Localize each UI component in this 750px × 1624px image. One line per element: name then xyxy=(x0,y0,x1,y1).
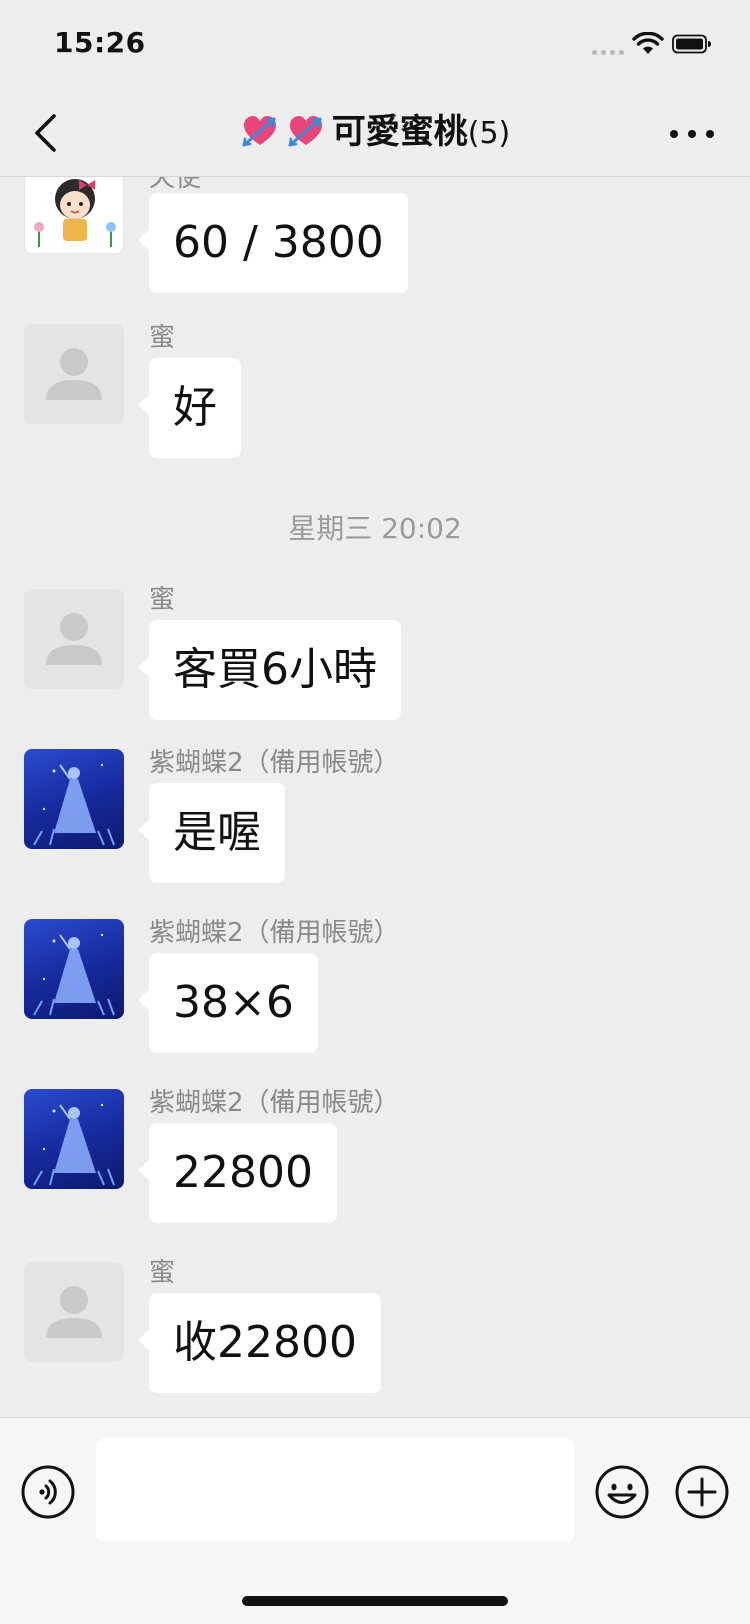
more-options-button[interactable] xyxy=(662,114,722,154)
add-attachment-button[interactable] xyxy=(674,1464,730,1520)
battery-icon xyxy=(672,34,711,54)
nav-bar: 可愛蜜桃(5) xyxy=(0,90,750,177)
default-person-icon xyxy=(46,613,102,665)
heart-with-arrow-icon xyxy=(288,116,322,147)
blue-dress-girl-icon xyxy=(33,933,115,1016)
sender-name: 天使 xyxy=(149,177,202,193)
heart-with-arrow-icon xyxy=(242,116,276,147)
status-time: 15:26 xyxy=(54,26,146,59)
sender-name: 紫蝴蝶2（備用帳號） xyxy=(149,1088,400,1118)
chat-message-list[interactable]: 天使 60 / 3800 蜜 好 星期三 20:02 蜜 客買6小時 紫蝴蝶2（… xyxy=(0,177,750,1417)
avatar-blue-dress-girl[interactable] xyxy=(24,919,124,1019)
message-bubble[interactable]: 收22800 xyxy=(138,1293,381,1393)
voice-input-button[interactable] xyxy=(20,1464,76,1520)
chat-title: 可愛蜜桃(5) xyxy=(100,110,650,156)
sender-name: 蜜 xyxy=(149,323,176,353)
cartoon-girl-icon xyxy=(34,179,116,247)
signal-icon xyxy=(592,47,626,55)
message-timestamp: 星期三 20:02 xyxy=(288,512,462,545)
member-count: (5) xyxy=(467,116,511,151)
sender-name: 紫蝴蝶2（備用帳號） xyxy=(149,748,400,778)
message-bubble[interactable]: 是喔 xyxy=(138,783,285,883)
avatar-cartoon-girl[interactable] xyxy=(24,177,124,254)
blue-dress-girl-icon xyxy=(33,763,115,846)
chat-title-text: 可愛蜜桃 xyxy=(331,112,468,152)
emoji-button[interactable] xyxy=(594,1464,650,1520)
back-button[interactable] xyxy=(24,108,68,158)
input-bar xyxy=(0,1417,750,1624)
sender-name: 紫蝴蝶2（備用帳號） xyxy=(149,918,400,948)
wifi-icon xyxy=(632,32,664,54)
message-bubble[interactable]: 22800 xyxy=(138,1123,337,1223)
message-input[interactable] xyxy=(96,1438,574,1542)
message-bubble[interactable]: 38×6 xyxy=(138,953,318,1053)
message-bubble[interactable]: 客買6小時 xyxy=(138,620,401,720)
avatar-default[interactable] xyxy=(24,324,124,424)
blue-dress-girl-icon xyxy=(33,1103,115,1186)
status-bar: 15:26 xyxy=(0,0,750,90)
avatar-default[interactable] xyxy=(24,589,124,689)
sender-name: 蜜 xyxy=(149,1258,176,1288)
home-indicator[interactable] xyxy=(242,1596,508,1606)
default-person-icon xyxy=(46,348,102,400)
message-bubble[interactable]: 60 / 3800 xyxy=(138,193,408,293)
message-bubble[interactable]: 好 xyxy=(138,358,241,458)
sender-name: 蜜 xyxy=(149,585,176,615)
avatar-blue-dress-girl[interactable] xyxy=(24,1089,124,1189)
default-person-icon xyxy=(46,1286,102,1338)
avatar-default[interactable] xyxy=(24,1262,124,1362)
avatar-blue-dress-girl[interactable] xyxy=(24,749,124,849)
